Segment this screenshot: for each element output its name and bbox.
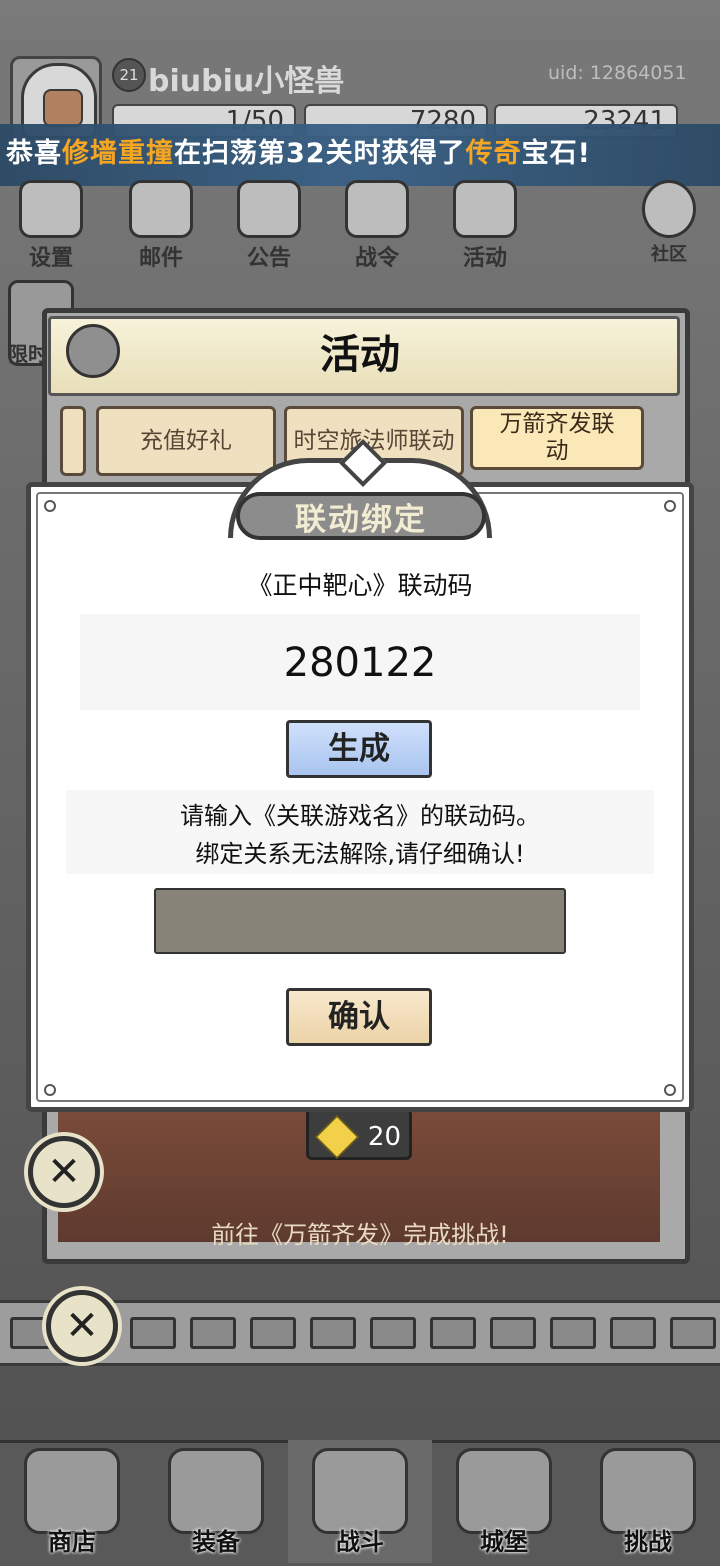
reward-count-text: 20	[367, 1122, 401, 1152]
announcement-player: 修墙重撞	[62, 138, 174, 169]
rail-tile	[370, 1317, 416, 1349]
player-level-badge: 21	[112, 58, 146, 92]
mail-button[interactable]: 邮件	[116, 180, 206, 271]
nav-shop-label: 商店	[48, 1528, 96, 1556]
nav-equipment-label: 装备	[192, 1528, 240, 1556]
wreath-icon	[453, 180, 517, 238]
announcement-prefix: 恭喜	[6, 138, 62, 169]
rail-tile	[250, 1317, 296, 1349]
announcement-middle: 在扫荡第32关时获得了	[174, 138, 466, 169]
rail-tile	[670, 1317, 716, 1349]
announcement-item: 传奇	[465, 138, 522, 169]
generate-button[interactable]: 生成	[286, 720, 432, 778]
nav-battle-label: 战斗	[336, 1528, 384, 1556]
nav-castle-label: 城堡	[480, 1528, 528, 1556]
gear-icon	[19, 180, 83, 238]
announcement-suffix: 宝石!	[521, 138, 591, 169]
player-uid: uid: 12864051	[548, 62, 687, 84]
activity-panel-title: 活动	[320, 332, 400, 378]
rail-tile	[430, 1317, 476, 1349]
envelope-icon	[129, 180, 193, 238]
scroll-icon	[237, 180, 301, 238]
close-dialog-button[interactable]: ✕	[28, 1136, 100, 1208]
community-button[interactable]: 社区	[624, 180, 714, 270]
collab-code-label: 《正中靶心》联动码	[247, 571, 473, 600]
player-name: biubiu小怪兽	[148, 64, 345, 99]
rivet	[44, 500, 56, 512]
hint-line-2: 绑定关系无法解除,请仔细确认!	[195, 840, 525, 868]
announcement-text: 恭喜修墙重撞在扫荡第32关时获得了传奇宝石!	[6, 131, 591, 170]
notice-label: 公告	[246, 246, 291, 271]
battlepass-icon	[345, 180, 409, 238]
yellow-gem-icon	[315, 1115, 359, 1159]
events-label: 活动	[462, 246, 507, 271]
rivet	[664, 1084, 676, 1096]
nav-equipment[interactable]: 装备	[144, 1440, 288, 1563]
nav-castle[interactable]: 城堡	[432, 1440, 576, 1563]
hint-line-1: 请输入《关联游戏名》的联动码。	[180, 802, 540, 830]
rail-tile	[190, 1317, 236, 1349]
rivet	[664, 500, 676, 512]
activity-footer-text: 前往《万箭齐发》完成挑战!	[211, 1221, 509, 1249]
avatar-face	[43, 89, 83, 127]
events-button[interactable]: 活动	[440, 180, 530, 271]
dialog-title: 联动绑定	[295, 502, 427, 538]
tab-recharge-gift[interactable]: 充值好礼	[96, 406, 276, 476]
mail-label: 邮件	[138, 246, 183, 271]
rail-tile	[550, 1317, 596, 1349]
nav-challenge[interactable]: 挑战	[576, 1440, 720, 1563]
nav-challenge-label: 挑战	[624, 1528, 672, 1556]
close-icon: ✕	[65, 1303, 99, 1349]
nav-battle[interactable]: 战斗	[288, 1440, 432, 1563]
tab-arrows-collab[interactable]: 万箭齐发联动	[470, 406, 644, 470]
settings-button[interactable]: 设置	[6, 180, 96, 271]
reward-gem-count: 20	[306, 1108, 412, 1160]
community-label: 社区	[651, 244, 687, 265]
settings-label: 设置	[28, 246, 73, 271]
tab-partial[interactable]	[60, 406, 86, 476]
nav-shop[interactable]: 商店	[0, 1440, 144, 1563]
rail-tile	[130, 1317, 176, 1349]
rail-tile	[310, 1317, 356, 1349]
confirm-button[interactable]: 确认	[286, 988, 432, 1046]
battlepass-label: 战令	[354, 246, 399, 271]
battlepass-button[interactable]: 战令	[332, 180, 422, 271]
rail-tile	[490, 1317, 536, 1349]
notice-button[interactable]: 公告	[224, 180, 314, 271]
collab-code-input[interactable]	[154, 888, 566, 954]
close-icon: ✕	[47, 1149, 81, 1195]
collab-code-value: 280122	[283, 640, 437, 686]
rivet	[44, 1084, 56, 1096]
rail-tile	[610, 1317, 656, 1349]
close-panel-button[interactable]: ✕	[46, 1290, 118, 1362]
house-icon	[642, 180, 696, 238]
